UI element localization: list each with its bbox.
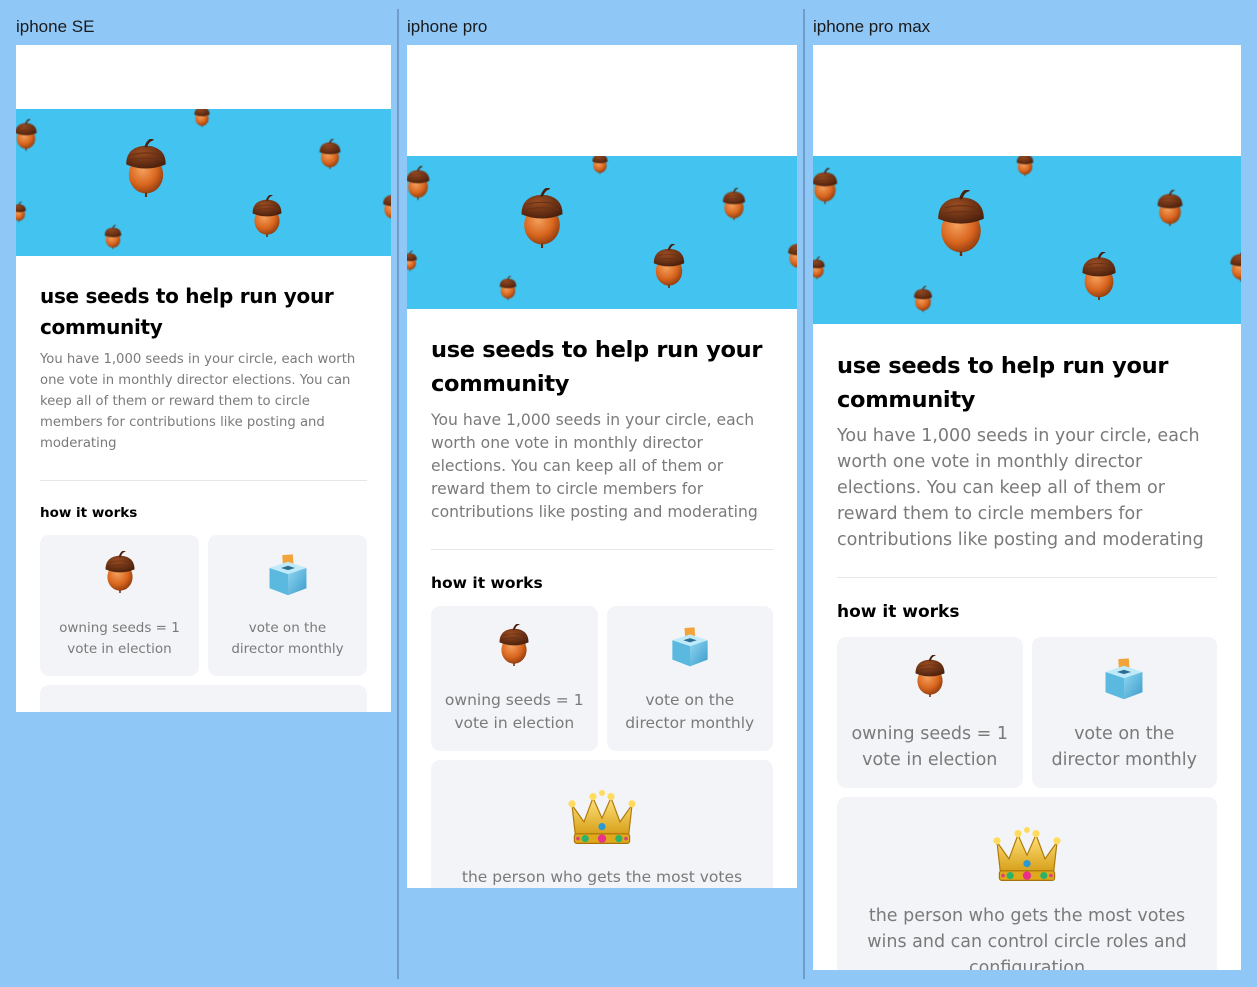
acorn-icon — [785, 238, 797, 272]
ballot-box-icon — [668, 626, 712, 668]
acorn-icon — [16, 119, 40, 151]
description: You have 1,000 seeds in your circle, eac… — [837, 426, 1204, 550]
frame-divider — [803, 9, 805, 979]
crown-icon — [991, 823, 1063, 885]
iphone-se-screen: use seeds to help run your community You… — [16, 45, 391, 712]
section-divider — [431, 549, 773, 550]
acorn-icon — [649, 244, 689, 288]
section-divider — [40, 480, 367, 481]
page-title: use seeds to help run your community — [837, 353, 1169, 413]
feature-card: vote on the director monthly — [1031, 637, 1217, 788]
feature-card: owning seeds = 1 vote in election — [40, 535, 199, 676]
acorn-icon — [102, 225, 124, 249]
feature-card-text: owning seeds = 1 vote in election — [444, 691, 584, 732]
feature-card: the person who gets the most votes wins … — [837, 797, 1217, 970]
section-divider — [837, 577, 1217, 578]
hero-banner — [813, 156, 1241, 324]
feature-card: owning seeds = 1 vote in election — [431, 606, 598, 751]
acorn-icon — [515, 188, 569, 248]
feature-card-text: vote on the director monthly — [231, 620, 344, 657]
acorn-icon — [380, 189, 391, 223]
ballot-box-icon — [266, 553, 310, 597]
ballot-box-icon — [1102, 657, 1146, 701]
acorn-icon — [407, 166, 433, 200]
feature-card: the person who gets the most votes wins … — [431, 760, 773, 888]
frame-label-iphone-se: iphone SE — [16, 17, 95, 36]
acorn-icon — [16, 201, 28, 223]
page-title: use seeds to help run your community — [431, 337, 763, 397]
acorn-icon — [813, 256, 827, 280]
feature-card-text: owning seeds = 1 vote in election — [851, 724, 1009, 770]
acorn-icon — [1227, 248, 1241, 284]
how-it-works-heading: how it works — [40, 505, 138, 521]
hero-banner — [407, 156, 797, 309]
acorn-icon — [813, 168, 841, 204]
iphone-pro-screen: use seeds to help run your community You… — [407, 45, 797, 888]
acorn-icon — [316, 139, 344, 169]
description: You have 1,000 seeds in your circle, eac… — [431, 411, 758, 521]
acorn-icon — [100, 551, 140, 593]
acorn-icon — [1153, 190, 1187, 226]
iphone-pro-max-screen: use seeds to help run your community You… — [813, 45, 1241, 970]
acorn-icon — [494, 624, 534, 666]
frame-label-iphone-pro: iphone pro — [407, 17, 488, 36]
acorn-icon — [1077, 252, 1121, 300]
acorn-icon — [911, 286, 935, 312]
how-it-works-heading: how it works — [431, 574, 543, 592]
feature-card-text: vote on the director monthly — [625, 691, 755, 732]
hero-banner — [16, 109, 391, 256]
acorn-icon — [910, 655, 950, 697]
feature-card: vote on the director monthly — [208, 535, 367, 676]
page-title: use seeds to help run your community — [40, 284, 334, 339]
how-it-works-heading: how it works — [837, 602, 960, 622]
description: You have 1,000 seeds in your circle, eac… — [40, 352, 356, 451]
feature-card: vote on the director monthly — [606, 606, 773, 751]
feature-card-text: owning seeds = 1 vote in election — [59, 620, 180, 657]
acorn-icon — [120, 139, 172, 197]
acorn-icon — [1009, 156, 1041, 176]
acorn-icon — [188, 109, 216, 127]
frame-label-iphone-pro-max: iphone pro max — [813, 17, 931, 36]
frame-divider — [397, 9, 399, 979]
feature-card: owning seeds = 1 vote in election — [837, 637, 1023, 788]
feature-card-text: vote on the director monthly — [1051, 724, 1197, 770]
acorn-icon — [407, 250, 419, 272]
acorn-icon — [719, 188, 749, 220]
acorn-icon — [585, 156, 615, 174]
feature-card-text: the person who gets the most votes wins … — [461, 868, 743, 886]
acorn-icon — [497, 276, 519, 300]
crown-icon — [566, 786, 638, 848]
acorn-icon — [248, 195, 286, 237]
feature-card-partial — [40, 685, 367, 712]
feature-card-text: the person who gets the most votes wins … — [867, 906, 1187, 970]
acorn-icon — [931, 190, 991, 256]
